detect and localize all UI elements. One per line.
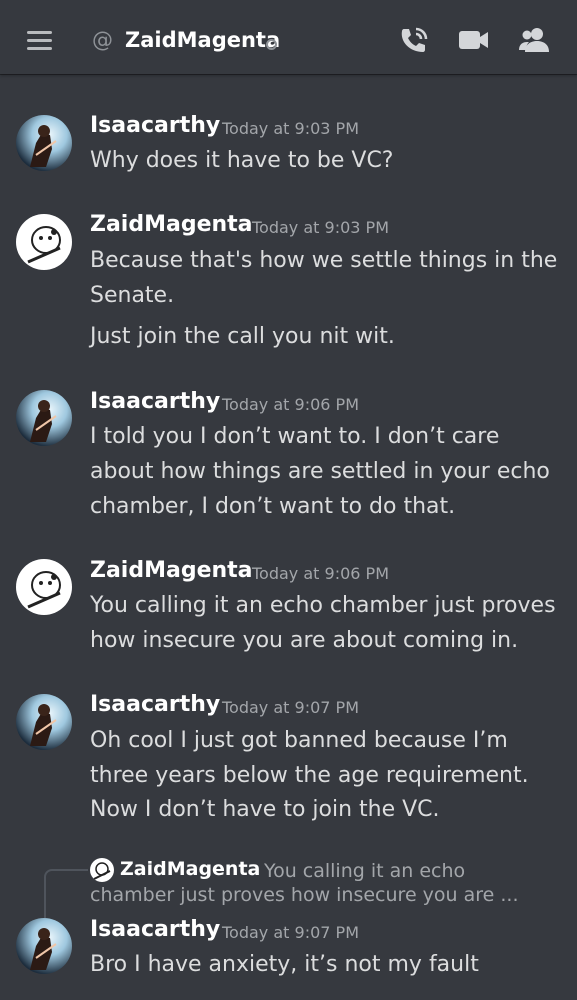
status-indicator (266, 39, 277, 50)
avatar[interactable] (16, 214, 72, 270)
message-text: Why does it have to be VC? (90, 148, 394, 173)
message-timestamp: Today at 9:06 PM (222, 395, 359, 414)
message-author[interactable]: ZaidMagenta (90, 212, 253, 237)
message-text: about how things are settled in your ech… (90, 459, 550, 484)
avatar[interactable] (16, 694, 72, 750)
message-text: how insecure you are about coming in. (90, 628, 519, 653)
message-author[interactable]: Isaacarthy (90, 113, 220, 138)
message-author[interactable]: ZaidMagenta (90, 558, 253, 583)
video-icon[interactable] (458, 26, 490, 54)
message-text: chamber, I don’t want to do that. (90, 494, 456, 519)
call-icon[interactable] (398, 26, 430, 54)
message-timestamp: Today at 9:07 PM (222, 923, 359, 942)
avatar[interactable] (16, 390, 72, 446)
reply-text[interactable]: chamber just proves how insecure you are… (90, 884, 519, 906)
reply-text[interactable]: You calling it an echo (264, 860, 465, 882)
reply-avatar (90, 858, 114, 882)
members-icon[interactable] (518, 26, 550, 54)
reply-author[interactable]: ZaidMagenta (120, 858, 260, 880)
message-text: Senate. (90, 283, 175, 308)
message-text: Because that's how we settle things in t… (90, 248, 558, 273)
message-author[interactable]: Isaacarthy (90, 692, 220, 717)
message-text: Bro I have anxiety, it’s not my fault (90, 952, 479, 977)
reply-connector (44, 869, 88, 923)
message-text: Oh cool I just got banned because I’m (90, 728, 508, 753)
message-author[interactable]: Isaacarthy (90, 389, 220, 414)
message-timestamp: Today at 9:03 PM (222, 119, 359, 138)
message-timestamp: Today at 9:06 PM (252, 564, 389, 583)
channel-name[interactable]: ZaidMagenta (125, 28, 280, 52)
message-text: You calling it an echo chamber just prov… (90, 593, 556, 618)
message-timestamp: Today at 9:07 PM (222, 698, 359, 717)
menu-icon[interactable] (27, 31, 52, 50)
message-author[interactable]: Isaacarthy (90, 917, 220, 942)
message-timestamp: Today at 9:03 PM (252, 218, 389, 237)
message-text: I told you I don’t want to. I don’t care (90, 424, 500, 449)
avatar[interactable] (16, 559, 72, 615)
message-text: three years below the age requirement. (90, 763, 529, 788)
message-text: Now I don’t have to join the VC. (90, 797, 440, 822)
avatar[interactable] (16, 918, 72, 974)
message-text: Just join the call you nit wit. (90, 324, 395, 349)
avatar[interactable] (16, 115, 72, 171)
channel-header: @ ZaidMagenta (0, 0, 577, 74)
at-icon: @ (92, 28, 113, 52)
